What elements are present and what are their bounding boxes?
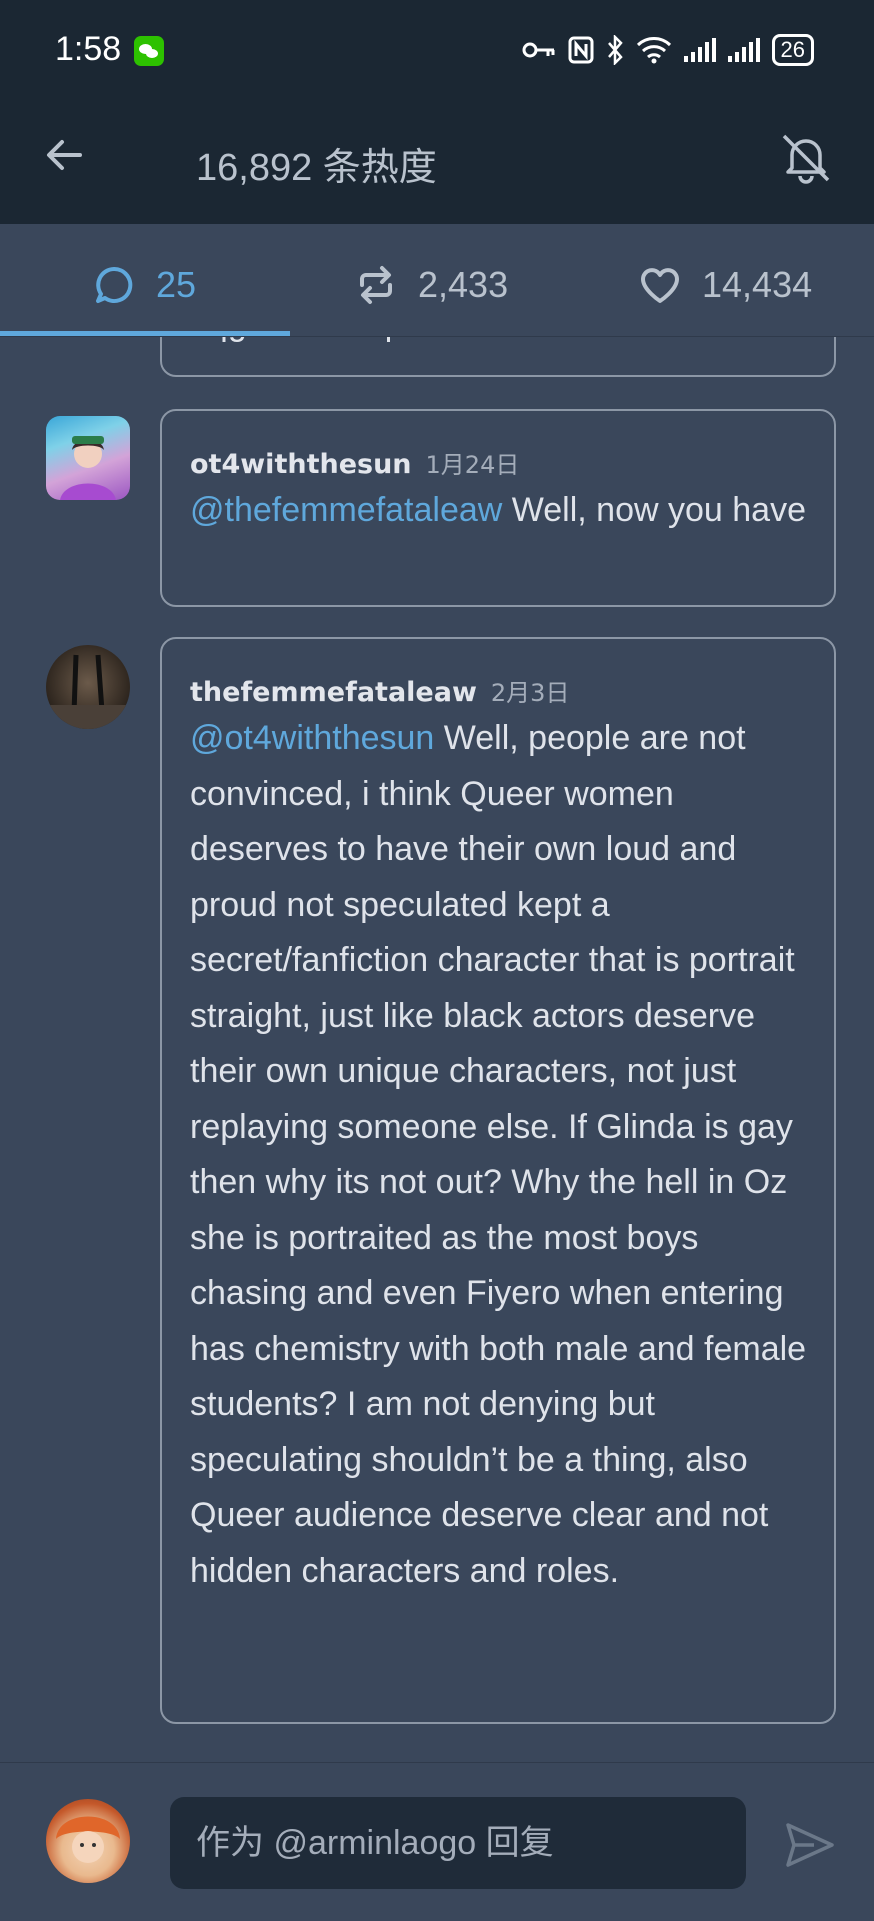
tab-likes[interactable]: 14,434 [638, 260, 812, 310]
avatar-image [46, 654, 130, 729]
comment-body: Well, now you have [511, 491, 806, 529]
activity-tabs: 25 2,433 14,434 [0, 224, 874, 337]
avatar[interactable] [46, 645, 130, 729]
comment-date: 1月24日 [425, 451, 520, 479]
nfc-icon [568, 36, 594, 64]
comment-count: 25 [156, 264, 197, 305]
like-count: 14,434 [702, 264, 813, 305]
comment-bubble-partial: 7qg4vaflekhq5 [160, 337, 836, 377]
comment-partial-text: 7qg4vaflekhq5 [190, 337, 810, 353]
comment-bubble: ot4withthesun 1月24日 @thefemmefataleaw Wel… [160, 409, 836, 607]
heart-icon [641, 268, 679, 303]
comment-meta: thefemmefataleaw 2月3日 [190, 673, 569, 708]
avatar[interactable] [46, 416, 130, 500]
comment-text: @thefemmefataleaw Well, now you have [190, 483, 810, 539]
comment-username[interactable]: thefemmefataleaw [190, 677, 477, 708]
active-tab-indicator [0, 331, 290, 336]
page-header: 16,892 条热度 [0, 100, 874, 224]
back-arrow-icon[interactable] [40, 130, 90, 180]
avatar-image [60, 436, 116, 500]
wechat-icon [134, 36, 164, 66]
user-avatar[interactable] [46, 1799, 130, 1883]
reply-bar: 作为 @arminlaogo 回复 [0, 1762, 874, 1921]
signal-icon-2 [727, 38, 760, 62]
status-icons: 26 [522, 30, 814, 70]
reblog-count: 2,433 [418, 264, 509, 305]
wifi-icon [636, 37, 671, 64]
signal-icon-1 [683, 38, 716, 62]
top-bar: 1:58 26 16,892 条热度 [0, 0, 874, 224]
notifications-off-icon[interactable] [776, 128, 836, 188]
comment-body: Well, people are not convinced, i think … [190, 719, 807, 1590]
tab-comments[interactable]: 25 [92, 260, 196, 310]
reblog-icon [360, 266, 392, 304]
battery-indicator: 26 [771, 34, 814, 66]
key-icon [522, 42, 555, 58]
page-title: 16,892 条热度 [196, 147, 437, 189]
comment-text: @ot4withthesun Well, people are not conv… [190, 711, 810, 1599]
send-icon[interactable] [782, 1817, 838, 1873]
comment-mention[interactable]: @thefemmefataleaw [190, 491, 502, 529]
status-time: 1:58 [55, 30, 122, 68]
bluetooth-icon [607, 35, 623, 65]
comment-username[interactable]: ot4withthesun [190, 449, 412, 480]
comments-list[interactable]: 7qg4vaflekhq5 ot4withthesun 1月24日 @thefem… [0, 337, 874, 1762]
comment-date: 2月3日 [490, 679, 570, 707]
reply-input[interactable]: 作为 @arminlaogo 回复 [170, 1797, 746, 1889]
comment-icon [96, 266, 133, 303]
comment-bubble: thefemmefataleaw 2月3日 @ot4withthesun Well… [160, 637, 836, 1724]
user-avatar-image [56, 1816, 120, 1863]
comment-meta: ot4withthesun 1月24日 [190, 445, 519, 480]
status-bar: 1:58 26 [0, 0, 874, 100]
comment-mention[interactable]: @ot4withthesun [190, 719, 434, 757]
tab-reblogs[interactable]: 2,433 [354, 260, 508, 310]
